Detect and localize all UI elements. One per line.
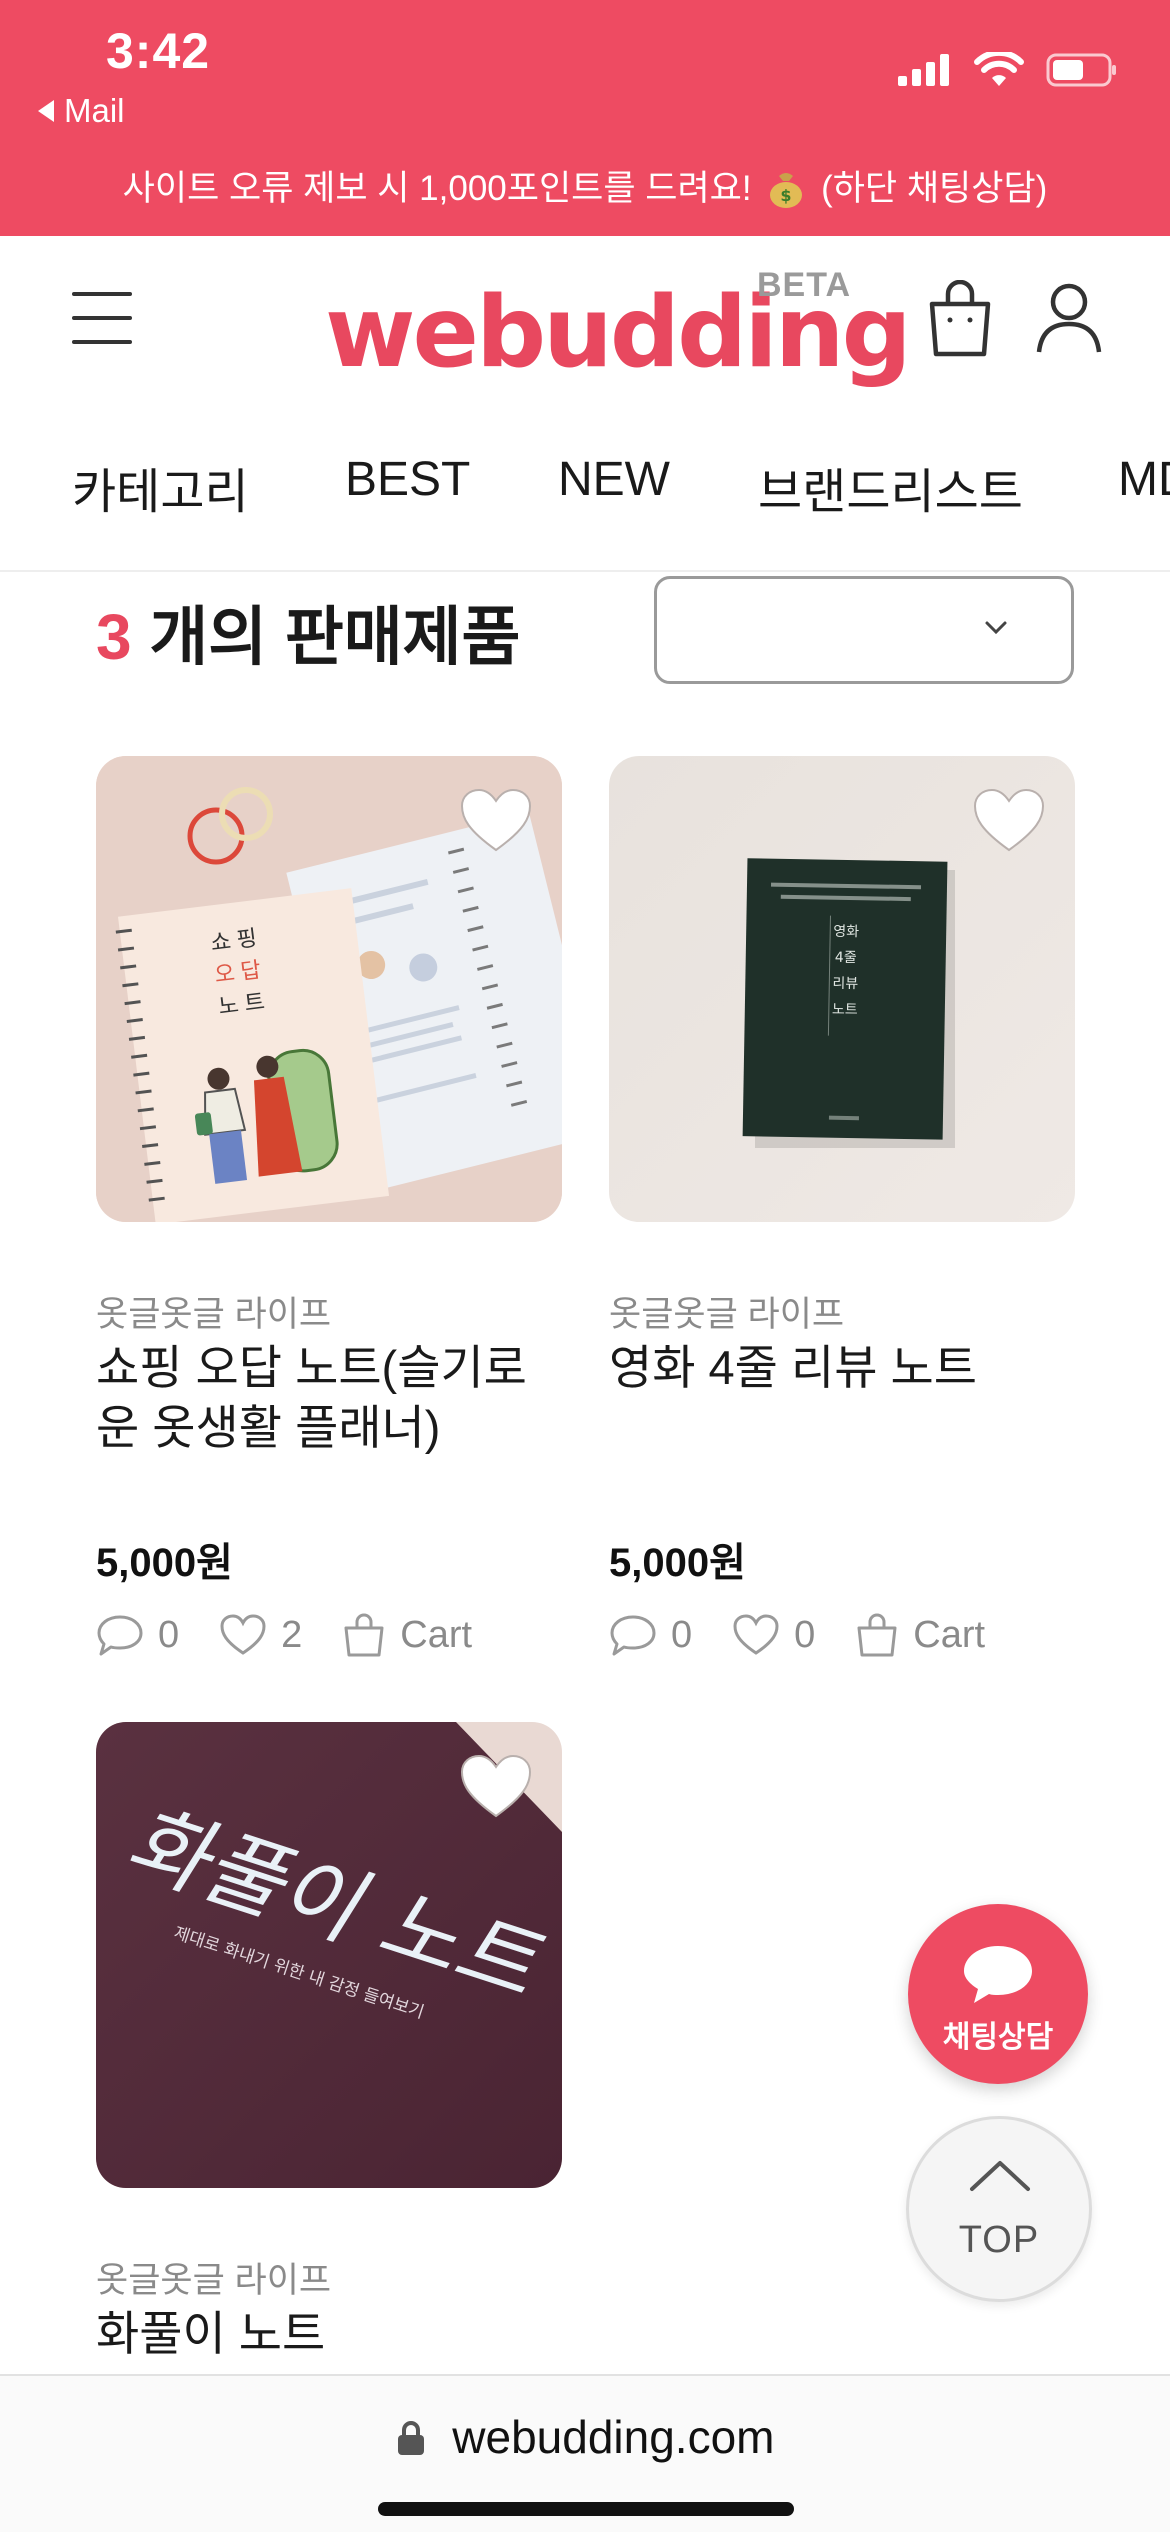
comment-icon [610,1615,656,1656]
tab-new[interactable]: NEW [558,452,670,507]
chevron-down-icon [985,621,1007,635]
top-label: TOP [958,2219,1040,2261]
product-brand[interactable]: 옷글옷글 라이프 [96,2252,331,2303]
cart-bag-icon [344,1613,384,1657]
category-tabs: 카테고리 BEST NEW 브랜드리스트 MD [0,416,1170,572]
tab-md[interactable]: MD [1118,452,1170,507]
hamburger-menu-icon[interactable] [72,292,132,348]
product-name[interactable]: 화풀이 노트 [96,2304,562,2364]
comment-icon [97,1615,143,1656]
product-count-number: 3 [96,601,132,673]
banner-text: 사이트 오류 제보 시 1,000포인트를 드려요! [122,169,752,208]
status-time: 3:42 [106,23,211,79]
svg-text:노트: 노트 [832,1002,858,1018]
promo-banner[interactable]: 사이트 오류 제보 시 1,000포인트를 드려요! $ (하단 채팅상담) [0,160,1170,211]
svg-text:4줄: 4줄 [835,950,857,966]
back-to-mail-link[interactable]: Mail [38,92,125,130]
home-indicator [378,2502,794,2516]
svg-text:영화: 영화 [833,924,859,940]
product-name[interactable]: 영화 4줄 리뷰 노트 [609,1338,1075,1398]
user-account-icon[interactable] [1034,280,1104,356]
lock-icon [397,2421,424,2455]
url-display[interactable]: webudding.com [0,2410,1170,2464]
favorite-heart-icon[interactable] [458,786,534,856]
cover-title-char: 뷰 [845,976,858,992]
top-banner-area: 3:42 Mail 사이트 오류 제보 시 1,000포인트를 드려요! $ (… [0,0,1170,236]
product-card[interactable]: 화풀이 노트 제대로 화내기 위한 내 감정 들여보기 옷글옷글 라이프 화풀이… [96,1722,562,2360]
chat-label: 채팅상담 [942,2021,1054,2054]
product-name[interactable]: 쇼핑 오답 노트(슬기로운 옷생활 플래너) [96,1338,562,1458]
svg-text:$: $ [781,186,792,205]
cover-title-char: 화 [846,924,859,940]
comments-count[interactable]: 0 [609,1613,692,1657]
tab-category[interactable]: 카테고리 [72,452,249,522]
banner-text-suffix: (하단 채팅상담) [821,169,1048,208]
product-image[interactable]: 영화 4줄 리뷰 노트 [609,756,1075,1222]
cover-title-char: 줄 [844,950,857,966]
cellular-signal-icon [898,54,949,86]
product-card[interactable]: 쇼핑 오답 노트 옷글옷글 라이프 쇼핑 오답 노트(슬기로운 옷생활 플래너)… [96,756,562,1657]
tab-best[interactable]: BEST [345,452,470,507]
add-to-cart-button[interactable]: Cart [342,1612,472,1658]
comments-value: 0 [158,1613,180,1656]
tab-brand-list[interactable]: 브랜드리스트 [758,452,1023,522]
product-meta: 0 2 Cart [96,1612,512,1658]
product-price: 5,000원 [96,1541,233,1585]
money-bag-icon: $ [770,173,803,208]
cover-title-char: 리 [832,976,845,992]
shopping-bag-icon[interactable] [924,280,996,360]
cover-title-char: 4 [835,950,844,966]
likes-count[interactable]: 2 [219,1613,302,1657]
product-price: 5,000원 [609,1541,746,1585]
comments-count[interactable]: 0 [96,1613,179,1657]
beta-badge: BETA [757,266,852,304]
heart-icon [220,1614,266,1655]
comments-value: 0 [671,1613,693,1656]
cart-bag-icon [857,1613,897,1657]
cover-title-char: 노 [832,1002,845,1018]
sort-dropdown[interactable] [654,576,1074,684]
product-count: 3 개의 판매제품 [96,586,520,678]
product-count-label: 개의 판매제품 [149,601,521,673]
heart-icon [733,1614,779,1655]
cart-label: Cart [400,1613,473,1656]
cover-title-char: 영 [833,924,846,940]
product-card[interactable]: 영화 4줄 리뷰 노트 옷글옷글 라이프 영화 4줄 리뷰 노트 5,000원 [609,756,1075,1657]
cover-title-char: 트 [845,1002,858,1018]
chat-bubble-icon [964,1946,1032,2003]
wifi-icon [974,52,1024,86]
cart-label: Cart [913,1613,986,1656]
svg-text:리뷰: 리뷰 [832,976,858,992]
status-icons [898,52,1118,88]
scroll-to-top-button[interactable]: TOP [906,2116,1092,2302]
chevron-up-icon [970,2161,1030,2191]
favorite-heart-icon[interactable] [458,1752,534,1822]
url-text: webudding.com [452,2411,775,2463]
chat-consult-button[interactable]: 채팅상담 [908,1904,1088,2084]
likes-count[interactable]: 0 [732,1613,815,1657]
likes-value: 0 [794,1613,816,1656]
back-arrow-icon [38,100,54,122]
add-to-cart-button[interactable]: Cart [855,1612,985,1658]
product-brand[interactable]: 옷글옷글 라이프 [96,1286,331,1337]
favorite-heart-icon[interactable] [971,786,1047,856]
battery-icon [1046,53,1116,87]
product-brand[interactable]: 옷글옷글 라이프 [609,1286,844,1337]
likes-value: 2 [281,1613,303,1656]
browser-url-bar[interactable]: webudding.com [0,2374,1170,2532]
product-image[interactable]: 화풀이 노트 제대로 화내기 위한 내 감정 들여보기 [96,1722,562,2188]
back-label: Mail [64,92,125,129]
product-image[interactable]: 쇼핑 오답 노트 [96,756,562,1222]
product-meta: 0 0 Cart [609,1612,1025,1658]
site-header: webudding BETA [0,236,1170,416]
site-logo[interactable]: webudding BETA [325,266,912,390]
